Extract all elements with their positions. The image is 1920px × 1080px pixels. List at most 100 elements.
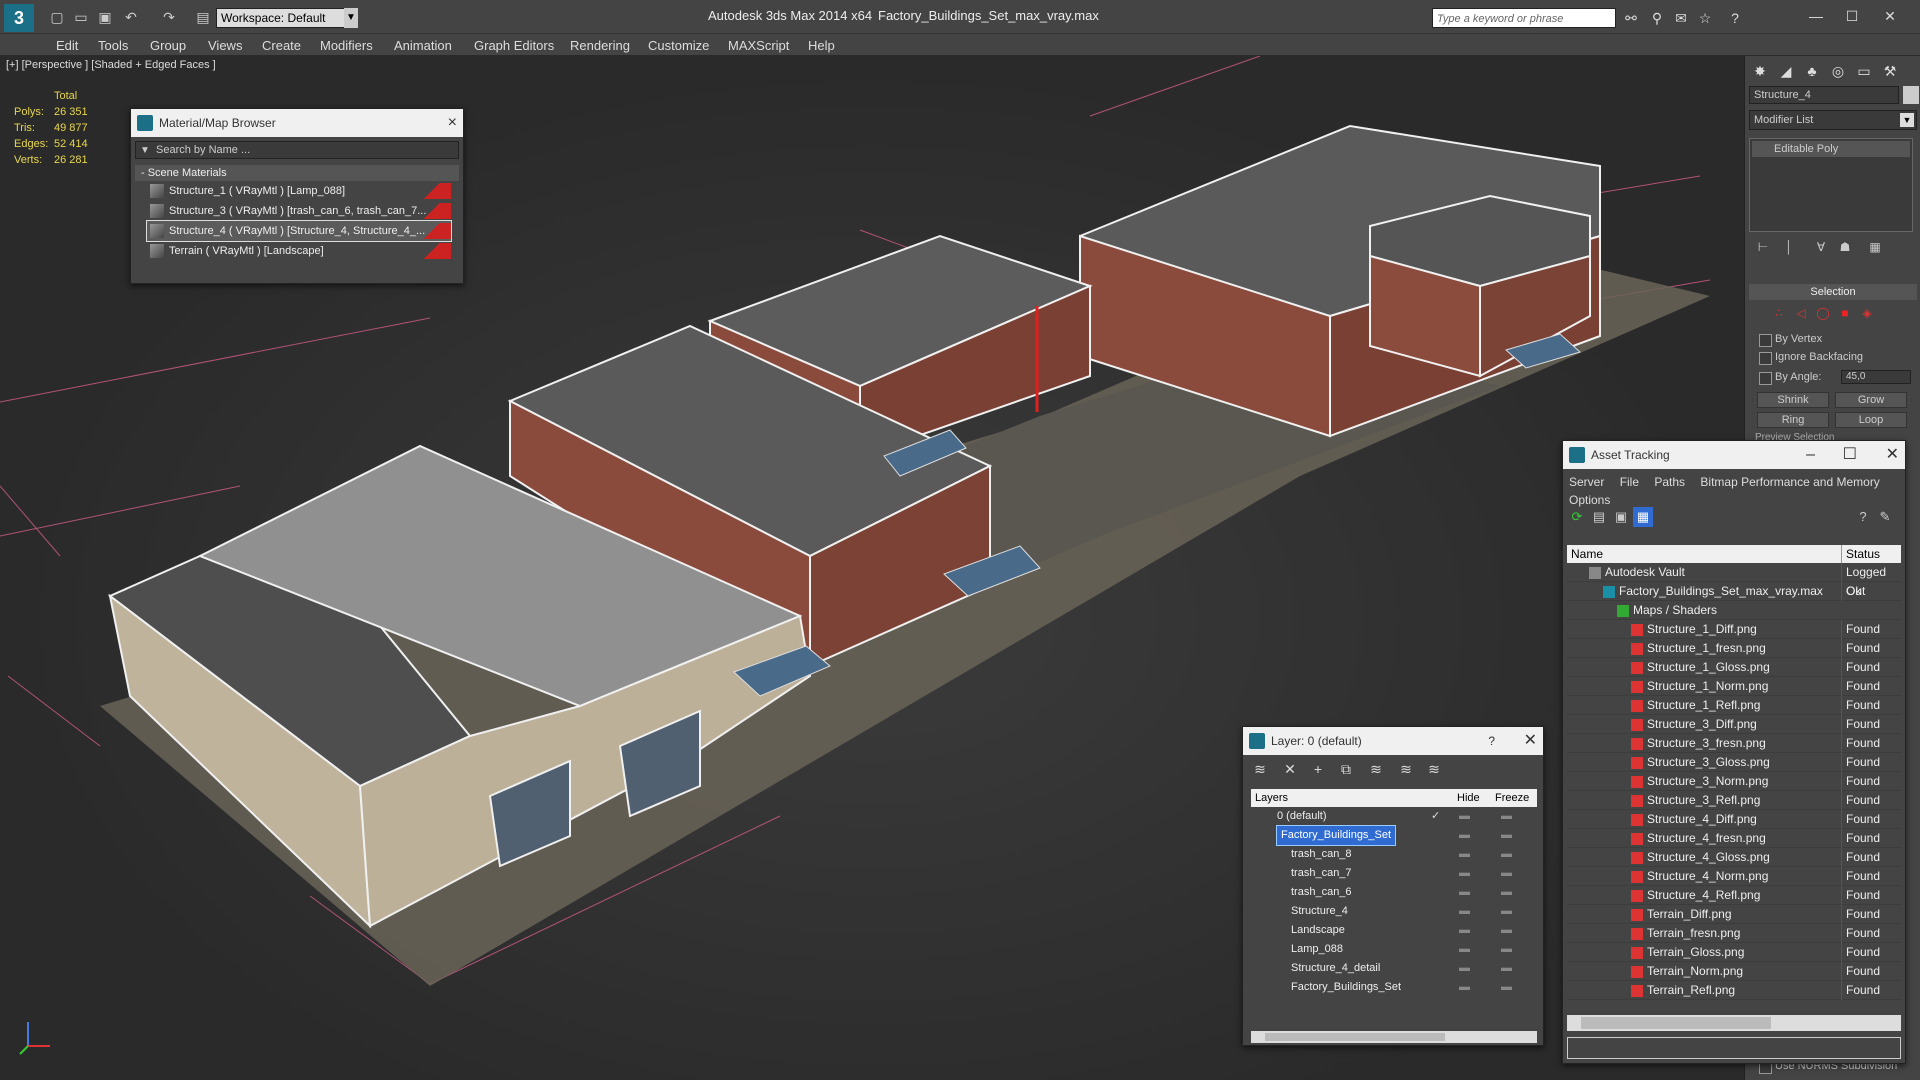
asset-tracking-titlebar[interactable]: Asset Tracking – ☐ ✕ <box>1563 441 1905 469</box>
asset-row[interactable]: Structure_4_Refl.png Found <box>1567 886 1901 905</box>
menu-paths[interactable]: Paths <box>1654 475 1685 489</box>
hide-toggle-icon[interactable]: ▬ <box>1459 845 1470 864</box>
freeze-toggle-icon[interactable]: ▬ <box>1501 845 1512 864</box>
close-icon[interactable]: ✕ <box>1524 727 1537 755</box>
communication-icon[interactable]: ✉ <box>1672 9 1690 27</box>
save-icon[interactable]: ▣ <box>96 8 114 26</box>
hide-toggle-icon[interactable]: ▬ <box>1459 902 1470 921</box>
shrink-button[interactable]: Shrink <box>1757 392 1829 408</box>
help-icon[interactable]: ? <box>1726 9 1744 27</box>
column-layers[interactable]: Layers <box>1255 789 1288 807</box>
layer-row[interactable]: Structure_4_detail ▬ ▬ <box>1251 959 1537 978</box>
menu-file[interactable]: File <box>1620 475 1639 489</box>
freeze-toggle-icon[interactable]: ▬ <box>1501 959 1512 978</box>
table-view-icon[interactable]: ▦ <box>1633 507 1653 527</box>
asset-row[interactable]: Maps / Shaders <box>1567 601 1901 620</box>
layer-row[interactable]: Landscape ▬ ▬ <box>1251 921 1537 940</box>
close-icon[interactable]: ✕ <box>1886 441 1899 469</box>
asset-row[interactable]: Factory_Buildings_Set_max_vray.max Ok <box>1567 582 1901 601</box>
subscription-icon[interactable]: ⚲ <box>1648 9 1666 27</box>
workspace-dropdown[interactable]: Workspace: Default <box>216 8 356 28</box>
scrollbar-thumb[interactable] <box>1581 1017 1771 1029</box>
favorites-star-icon[interactable]: ☆ <box>1696 9 1714 27</box>
layer-row-selected[interactable]: Factory_Buildings_Set ▬ ▬ <box>1251 825 1537 846</box>
create-tab-icon[interactable]: ✸ <box>1749 60 1771 82</box>
freeze-toggle-icon[interactable]: ▬ <box>1501 826 1512 845</box>
column-status[interactable]: Status <box>1841 545 1880 563</box>
material-search-input[interactable]: ▼ Search by Name ... <box>135 141 459 159</box>
loop-button[interactable]: Loop <box>1835 412 1907 428</box>
select-objects-icon[interactable]: ⧉ <box>1335 759 1357 779</box>
asset-row[interactable]: Terrain_Refl.png Found <box>1567 981 1901 1000</box>
asset-row[interactable]: Structure_4_Diff.png Found <box>1567 810 1901 829</box>
modifier-stack[interactable]: Editable Poly <box>1749 138 1913 232</box>
menu-rendering[interactable]: Rendering <box>570 38 630 53</box>
close-icon[interactable]: ✕ <box>1874 4 1906 28</box>
menu-edit[interactable]: Edit <box>56 38 78 53</box>
asset-row[interactable]: Structure_3_fresn.png Found <box>1567 734 1901 753</box>
vertex-mode-icon[interactable]: ∴ <box>1769 306 1789 324</box>
ignore-backfacing-checkbox[interactable]: Ignore Backfacing <box>1759 350 1919 366</box>
undo-icon[interactable]: ↶ <box>122 8 140 26</box>
object-name-field[interactable]: Structure_4 <box>1749 86 1899 104</box>
hide-toggle-icon[interactable]: ▬ <box>1459 940 1470 959</box>
material-item[interactable]: Structure_1 ( VRayMtl ) [Lamp_088] <box>147 181 451 201</box>
open-file-icon[interactable]: ▭ <box>72 8 90 26</box>
hide-toggle-icon[interactable]: ▬ <box>1459 807 1470 826</box>
refresh-icon[interactable]: ⟳ <box>1567 507 1587 527</box>
menu-server[interactable]: Server <box>1569 475 1604 489</box>
layer-row[interactable]: Factory_Buildings_Set ▬ ▬ <box>1251 978 1537 997</box>
help-icon[interactable]: ? <box>1488 727 1495 755</box>
project-folder-icon[interactable]: ▤ <box>194 8 212 26</box>
thumbnail-view-icon[interactable]: ▣ <box>1611 507 1631 527</box>
new-file-icon[interactable]: ▢ <box>48 8 66 26</box>
search-input[interactable]: Type a keyword or phrase <box>1432 8 1616 28</box>
horizontal-scrollbar[interactable] <box>1567 1015 1901 1031</box>
asset-path-field[interactable] <box>1567 1037 1901 1059</box>
hierarchy-tab-icon[interactable]: ♣ <box>1801 60 1823 82</box>
modify-tab-icon[interactable]: ◢ <box>1775 60 1797 82</box>
element-mode-icon[interactable]: ◈ <box>1857 306 1877 324</box>
chevron-down-icon[interactable]: ▼ <box>1900 113 1914 127</box>
freeze-toggle-icon[interactable]: ▬ <box>1501 978 1512 997</box>
asset-row[interactable]: Terrain_Diff.png Found <box>1567 905 1901 924</box>
settings-icon[interactable]: ✎ <box>1875 507 1895 527</box>
binoculars-icon[interactable]: ⚯ <box>1622 9 1640 27</box>
asset-row[interactable]: Structure_4_Norm.png Found <box>1567 867 1901 886</box>
viewport-label[interactable]: [+] [Perspective ] [Shaded + Edged Faces… <box>6 59 216 71</box>
column-hide[interactable]: Hide <box>1457 789 1480 807</box>
column-freeze[interactable]: Freeze <box>1495 789 1529 807</box>
freeze-toggle-icon[interactable]: ▬ <box>1501 902 1512 921</box>
current-layer-check-icon[interactable]: ✓ <box>1431 807 1440 826</box>
menu-group[interactable]: Group <box>150 38 186 53</box>
list-view-icon[interactable]: ▤ <box>1589 507 1609 527</box>
edge-mode-icon[interactable]: ◁ <box>1791 306 1811 324</box>
make-unique-icon[interactable]: ∀ <box>1811 240 1831 258</box>
menu-animation[interactable]: Animation <box>394 38 452 53</box>
column-name[interactable]: Name <box>1571 545 1603 563</box>
layer-manager-titlebar[interactable]: Layer: 0 (default) ? ✕ <box>1243 727 1543 755</box>
minimize-icon[interactable]: — <box>1800 4 1832 28</box>
asset-row[interactable]: Structure_3_Refl.png Found <box>1567 791 1901 810</box>
modifier-list-dropdown[interactable]: Modifier List ▼ <box>1749 110 1917 130</box>
by-angle-spinner[interactable]: 45,0 <box>1841 370 1911 384</box>
hide-toggle-icon[interactable]: ▬ <box>1459 978 1470 997</box>
show-end-result-icon[interactable]: │ <box>1779 240 1799 258</box>
material-browser-titlebar[interactable]: Material/Map Browser × <box>131 109 463 137</box>
asset-row[interactable]: Structure_1_fresn.png Found <box>1567 639 1901 658</box>
freeze-toggle-icon[interactable]: ▬ <box>1501 883 1512 902</box>
asset-row[interactable]: Structure_1_Norm.png Found <box>1567 677 1901 696</box>
hide-toggle-icon[interactable]: ▬ <box>1459 864 1470 883</box>
horizontal-scrollbar[interactable] <box>1251 1031 1537 1043</box>
asset-row[interactable]: Structure_1_Refl.png Found <box>1567 696 1901 715</box>
material-item[interactable]: Terrain ( VRayMtl ) [Landscape] <box>147 241 451 261</box>
freeze-toggle-icon[interactable]: ▬ <box>1501 807 1512 826</box>
layer-list[interactable]: 0 (default) ▬ ▬ ✓ Factory_Buildings_Set ▬ ▬ tra… <box>1251 807 1537 1027</box>
maximize-icon[interactable]: ☐ <box>1843 441 1857 469</box>
stack-item-editable-poly[interactable]: Editable Poly <box>1752 141 1910 157</box>
new-layer-icon[interactable]: ≋ <box>1249 759 1271 779</box>
asset-row[interactable]: Autodesk Vault Logged Out <box>1567 563 1901 601</box>
asset-list[interactable]: Autodesk Vault Logged Out Factory_Building… <box>1567 563 1901 1005</box>
menu-customize[interactable]: Customize <box>648 38 709 53</box>
freeze-toggle-icon[interactable]: ▬ <box>1501 921 1512 940</box>
